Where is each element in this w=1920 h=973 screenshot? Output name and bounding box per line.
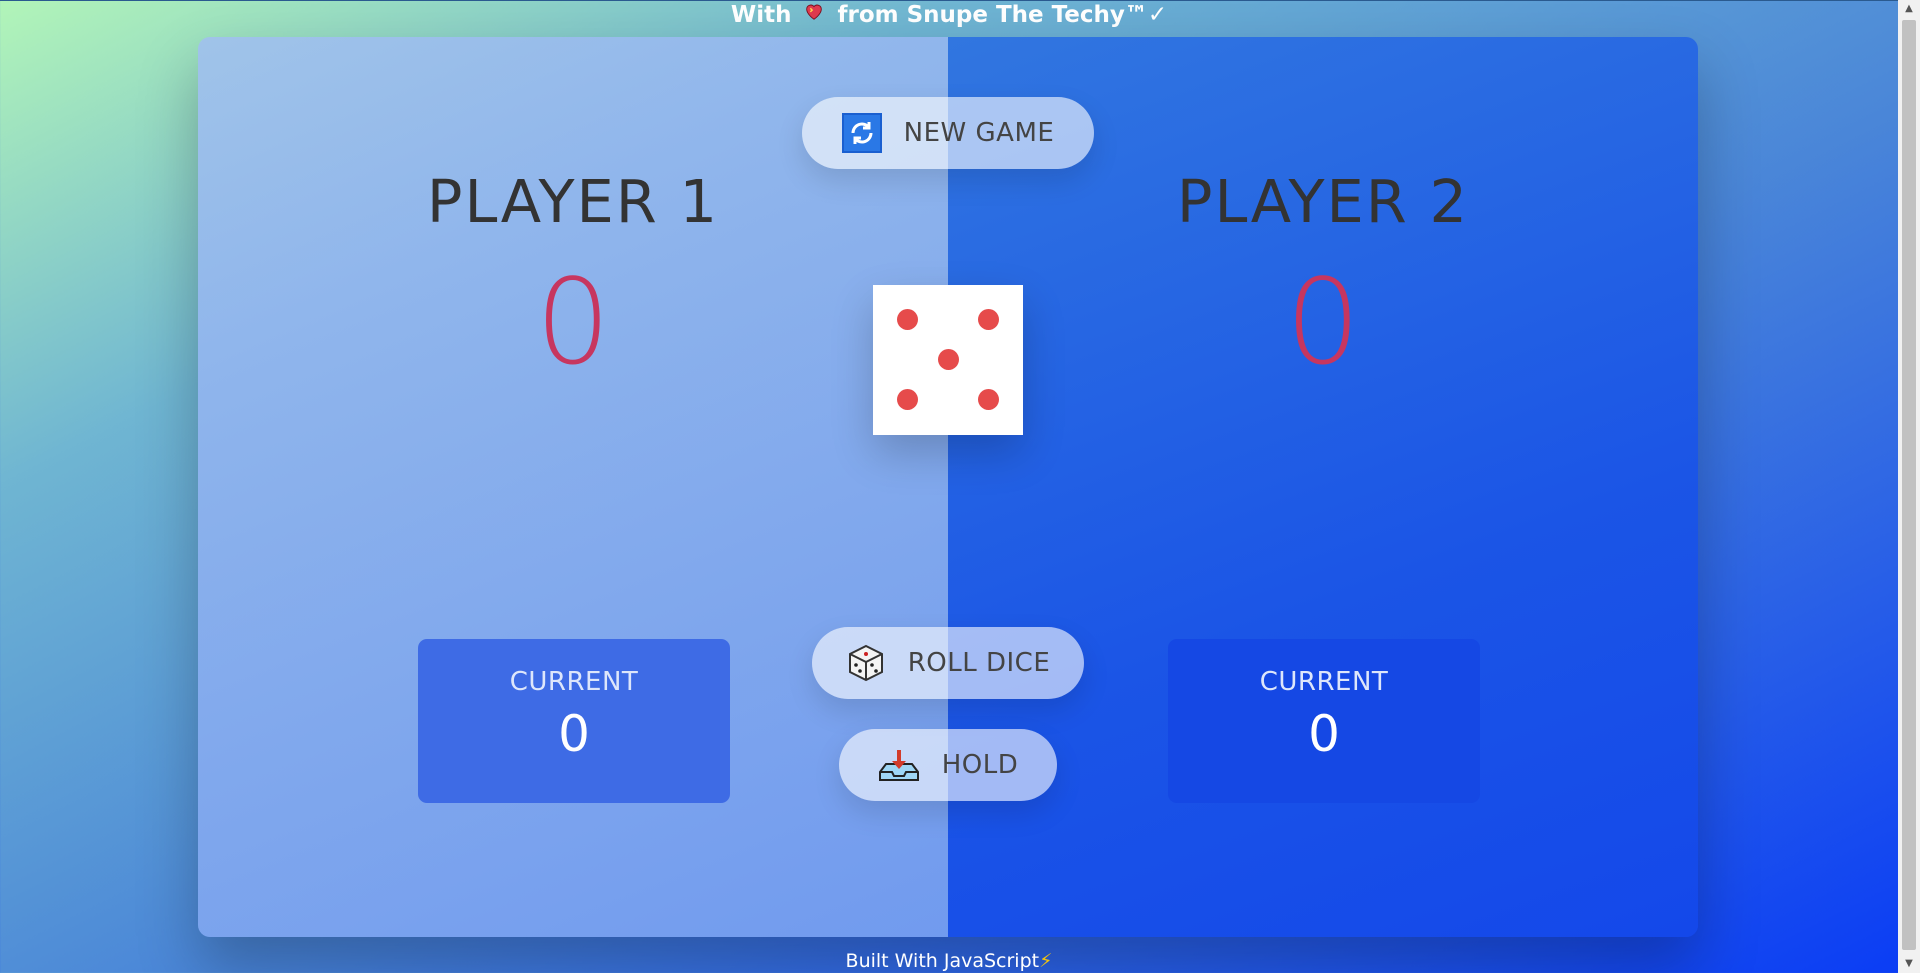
player-2-panel: PLAYER 2 0 CURRENT 0 — [948, 37, 1698, 937]
player-1-current-box: CURRENT 0 — [418, 639, 730, 803]
roll-dice-button[interactable]: ROLL DICE — [812, 627, 1084, 699]
player-2-current-label: CURRENT — [1259, 667, 1389, 697]
heart-icon — [803, 0, 825, 31]
vertical-scrollbar[interactable]: ▲ ▼ — [1898, 0, 1920, 973]
download-tray-icon — [878, 748, 920, 782]
game-board: PLAYER 1 0 CURRENT 0 PLAYER 2 0 CURRENT … — [198, 37, 1698, 937]
dice-pip — [938, 349, 959, 370]
footer: Built With JavaScript⚡ — [0, 948, 1898, 973]
hold-button[interactable]: HOLD — [839, 729, 1057, 801]
new-game-button[interactable]: NEW GAME — [802, 97, 1094, 169]
scroll-up-arrow-icon[interactable]: ▲ — [1898, 0, 1920, 18]
dice-pip — [897, 389, 918, 410]
footer-text: Built With JavaScript — [845, 950, 1040, 972]
player-2-current-score: 0 — [1308, 705, 1340, 763]
hold-label: HOLD — [941, 750, 1019, 780]
credit-banner: With from Snupe The Techy™✓ — [0, 0, 1898, 31]
player-2-score: 0 — [1285, 253, 1361, 391]
credit-prefix: With — [730, 2, 792, 28]
new-game-label: NEW GAME — [903, 118, 1055, 148]
scrollbar-thumb[interactable] — [1902, 20, 1916, 950]
scroll-down-arrow-icon[interactable]: ▼ — [1898, 955, 1920, 973]
dice-pip — [897, 309, 918, 330]
roll-dice-label: ROLL DICE — [907, 648, 1051, 678]
player-1-current-label: CURRENT — [509, 667, 639, 697]
dice-pip — [978, 389, 999, 410]
player-1-current-score: 0 — [558, 705, 590, 763]
dice-pip — [978, 309, 999, 330]
refresh-icon — [841, 113, 882, 153]
player-1-panel: PLAYER 1 0 CURRENT 0 — [198, 37, 948, 937]
player-2-name: PLAYER 2 — [1176, 167, 1470, 236]
player-1-score: 0 — [535, 253, 611, 391]
dice-icon — [846, 643, 886, 683]
player-1-name: PLAYER 1 — [426, 167, 720, 236]
credit-suffix: from Snupe The Techy™✓ — [837, 2, 1168, 28]
lightning-icon: ⚡ — [1039, 950, 1053, 972]
player-2-current-box: CURRENT 0 — [1168, 639, 1480, 803]
dice — [873, 285, 1023, 435]
